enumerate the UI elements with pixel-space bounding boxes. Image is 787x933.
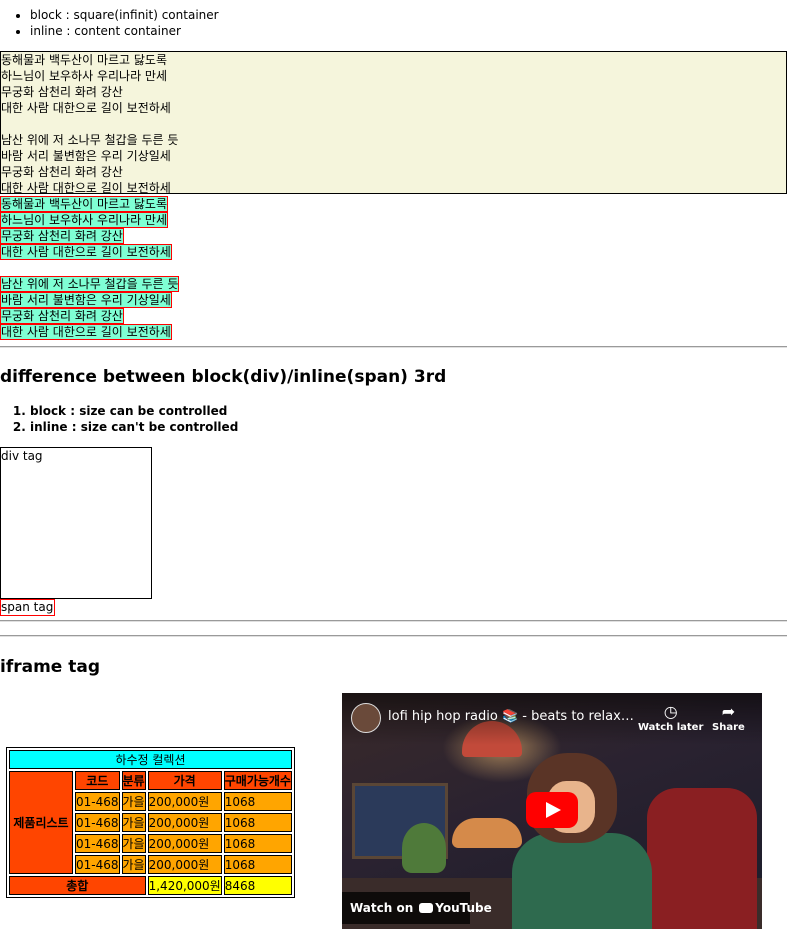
poem-span-block: 동해물과 백두산이 마르고 닳도록 하느님이 보우하사 우리나라 만세 무궁화 … (0, 196, 180, 340)
table-cell: 01-468 (75, 813, 120, 832)
poem-line: 무궁화 삼천리 화려 강산 (1, 85, 123, 99)
column-header: 분류 (121, 771, 146, 790)
poem-line: 대한 사람 대한으로 길이 보전하세 (1, 181, 171, 195)
poem-line: 동해물과 백두산이 마르고 닳도록 (1, 53, 168, 67)
watch-on-label: Watch on (350, 901, 414, 915)
poem-span-line: 하느님이 보우하사 우리나라 만세 (0, 212, 169, 228)
section-title: difference between block(div)/inline(spa… (0, 367, 447, 387)
poem-span-line: 바람 서리 불변함은 우리 기상일세 (0, 292, 172, 308)
table-cell: 200,000원 (147, 834, 222, 853)
share-label: Share (712, 722, 745, 733)
table-side-label: 제품리스트 (9, 771, 73, 874)
list-item: block : square(infinit) container (30, 7, 219, 23)
poem-div-block: 동해물과 백두산이 마르고 닳도록 하느님이 보우하사 우리나라 만세 무궁화 … (0, 51, 787, 195)
total-count: 8468 (223, 876, 292, 895)
table-caption: 하수정 컬렉션 (9, 750, 292, 769)
divider (0, 635, 787, 637)
table-cell: 가을 (121, 813, 146, 832)
divider (0, 620, 787, 622)
column-header: 가격 (147, 771, 222, 790)
table-cell: 1068 (223, 855, 292, 874)
table-cell: 200,000원 (147, 792, 222, 811)
poem-span-line: 동해물과 백두산이 마르고 닳도록 (0, 196, 169, 212)
intro-list: block : square(infinit) container inline… (0, 7, 219, 39)
play-button[interactable] (526, 792, 578, 828)
watch-later-label: Watch later (638, 722, 704, 733)
table-cell: 가을 (121, 834, 146, 853)
poem-line (1, 116, 786, 132)
table-cell: 01-468 (75, 792, 120, 811)
poem-line: 하느님이 보우하사 우리나라 만세 (1, 69, 168, 83)
share-icon: ➦ (721, 702, 736, 721)
channel-avatar[interactable] (351, 703, 381, 733)
youtube-logo-icon (419, 903, 434, 913)
watch-on-youtube-button[interactable]: Watch on YouTube (342, 892, 492, 924)
poem-span-line: 대한 사람 대한으로 길이 보전하세 (0, 244, 172, 260)
video-title[interactable]: lofi hip hop radio 📚 - beats to relax/st… (388, 709, 638, 724)
total-price: 1,420,000원 (147, 876, 222, 895)
poem-line: 남산 위에 저 소나무 철갑을 두른 듯 (1, 133, 179, 147)
youtube-embed[interactable]: lofi hip hop radio 📚 - beats to relax/st… (342, 693, 762, 929)
difference-list: block : size can be controlled inline : … (0, 403, 238, 435)
poem-span-line: 남산 위에 저 소나무 철갑을 두른 듯 (0, 276, 180, 292)
poem-span-line: 무궁화 삼천리 화려 강산 (0, 228, 124, 244)
table-cell: 01-468 (75, 855, 120, 874)
total-label: 총합 (9, 876, 146, 895)
table-cell: 1068 (223, 792, 292, 811)
thumbnail-cat (452, 818, 522, 848)
poem-span-line: 무궁화 삼천리 화려 강산 (0, 308, 124, 324)
poem-line: 무궁화 삼천리 화려 강산 (1, 165, 123, 179)
table-total-row: 총합 1,420,000원 8468 (9, 876, 292, 895)
poem-line: 대한 사람 대한으로 길이 보전하세 (1, 101, 171, 115)
poem-line: 바람 서리 불변함은 우리 기상일세 (1, 149, 171, 163)
table-cell: 가을 (121, 855, 146, 874)
table-cell: 200,000원 (147, 855, 222, 874)
table-cell: 가을 (121, 792, 146, 811)
span-tag-box: span tag (0, 599, 56, 616)
youtube-label: YouTube (435, 901, 492, 915)
thumbnail-girl-body (512, 833, 652, 929)
column-header: 코드 (75, 771, 120, 790)
table-cell: 1068 (223, 834, 292, 853)
list-item: inline : size can't be controlled (30, 419, 238, 435)
share-button[interactable]: ➦ Share (712, 702, 745, 733)
table-cell: 01-468 (75, 834, 120, 853)
watch-later-button[interactable]: ◷ Watch later (638, 702, 703, 733)
clock-icon: ◷ (663, 702, 678, 721)
iframe-section-title: iframe tag (0, 657, 101, 677)
div-tag-box: div tag (0, 447, 152, 599)
product-table: 하수정 컬렉션 제품리스트 코드 분류 가격 구매가능개수 01-468 가을 … (6, 747, 295, 898)
list-item: inline : content container (30, 23, 219, 39)
table-cell: 200,000원 (147, 813, 222, 832)
divider (0, 346, 787, 348)
thumbnail-plant (402, 823, 446, 873)
column-header: 구매가능개수 (223, 771, 292, 790)
list-item: block : size can be controlled (30, 403, 238, 419)
table-cell: 1068 (223, 813, 292, 832)
thumbnail-chair (647, 788, 757, 929)
poem-span-line: 대한 사람 대한으로 길이 보전하세 (0, 324, 172, 340)
